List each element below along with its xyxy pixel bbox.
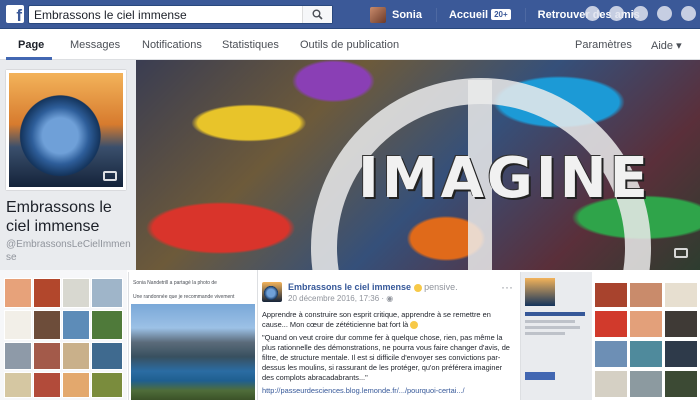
user-avatar[interactable]: [370, 6, 386, 23]
page-preview-thumbnail: [520, 272, 592, 400]
top-navigation-bar: f Sonia Accueil20+ Retrouver des amis: [0, 0, 700, 29]
photo-thumbnail[interactable]: [33, 342, 61, 370]
photo-thumbnail[interactable]: [62, 372, 90, 398]
camera-icon[interactable]: [674, 248, 688, 258]
cover-photo[interactable]: IMAGINE: [136, 60, 700, 270]
tab-notifications[interactable]: Notifications: [142, 39, 202, 51]
home-link[interactable]: Accueil 20+: [449, 9, 511, 21]
tab-page[interactable]: Page: [18, 39, 44, 51]
photo-thumbnail[interactable]: [629, 370, 663, 398]
account-menu-icon[interactable]: [681, 6, 696, 21]
photo-thumbnail[interactable]: [33, 372, 61, 398]
photo-thumbnail[interactable]: [62, 278, 90, 308]
featured-post: Embrassons le ciel immense pensive. 20 d…: [257, 270, 519, 400]
photo-thumbnail[interactable]: [664, 310, 698, 338]
camera-icon[interactable]: [103, 171, 117, 181]
globe-icon: ◉: [386, 294, 394, 303]
preview-line: [525, 320, 575, 323]
photo-grid: [592, 270, 700, 400]
top-icons: [585, 6, 696, 21]
divider: [435, 7, 437, 22]
photo-thumbnail[interactable]: [594, 370, 628, 398]
post-link[interactable]: http://passeurdesciences.blog.lemonde.fr…: [262, 386, 516, 396]
pensive-emoji-icon: [413, 283, 422, 292]
page-content-area: Sonia Nandetrill a partagé la photo de U…: [0, 270, 700, 400]
tab-messages[interactable]: Messages: [70, 39, 120, 51]
photo-thumbnail[interactable]: [4, 342, 32, 370]
photo-thumbnail[interactable]: [594, 340, 628, 368]
divider: [524, 7, 526, 22]
preview-line: [525, 332, 565, 335]
page-title[interactable]: Embrassons le ciel immense: [6, 198, 134, 236]
preview-line: [525, 326, 580, 329]
home-label: Accueil: [448, 8, 489, 21]
tab-publishing-tools[interactable]: Outils de publication: [300, 39, 399, 51]
facebook-logo-icon[interactable]: f: [6, 5, 24, 23]
smile-emoji-icon: [410, 321, 419, 330]
photo-thumbnail[interactable]: [629, 282, 663, 308]
page-username[interactable]: @EmbrassonsLeCielImmense: [6, 238, 134, 264]
photo-thumbnail[interactable]: [62, 342, 90, 370]
photo-thumbnail[interactable]: [4, 372, 32, 398]
photo-thumbnail[interactable]: [664, 370, 698, 398]
search-box: [28, 5, 333, 24]
photo-thumbnail[interactable]: [91, 278, 123, 308]
preview-image: [525, 278, 555, 306]
photo-thumbnail[interactable]: [629, 310, 663, 338]
photo-thumbnail[interactable]: [91, 310, 123, 340]
user-name-link[interactable]: Sonia: [392, 9, 422, 21]
post-date: 20 décembre 2016, 17:36 · ◉: [288, 294, 393, 303]
preview-line: [525, 312, 585, 316]
lake-mountain-photo[interactable]: [131, 304, 255, 400]
photo-thumbnail[interactable]: [594, 282, 628, 308]
post-header: Embrassons le ciel immense pensive.: [288, 282, 458, 292]
post-feeling: pensive.: [424, 282, 458, 292]
photo-thumbnail[interactable]: [664, 282, 698, 308]
photo-thumbnail[interactable]: [664, 340, 698, 368]
photos-thumbnail-panel: [0, 270, 127, 400]
help-label: Aide: [651, 40, 674, 52]
photo-thumbnail[interactable]: [33, 278, 61, 308]
search-button[interactable]: [302, 6, 332, 23]
profile-picture[interactable]: [6, 70, 126, 190]
post-timestamp[interactable]: 20 décembre 2016, 17:36 ·: [288, 294, 386, 303]
page-avatar[interactable]: [262, 282, 282, 302]
photo-thumbnail[interactable]: [594, 310, 628, 338]
page-tab-bar: Page Messages Notifications Statistiques…: [0, 29, 700, 60]
photo-thumbnail[interactable]: [62, 310, 90, 340]
home-badge: 20+: [491, 9, 511, 21]
shared-photo-post: Sonia Nandetrill a partagé la photo de U…: [128, 272, 256, 400]
post-caption: Une randonnée que je recommande vivement: [133, 294, 235, 300]
post-page-name[interactable]: Embrassons le ciel immense: [288, 282, 411, 292]
photo-thumbnail[interactable]: [4, 310, 32, 340]
photo-thumbnail[interactable]: [91, 372, 123, 398]
preview-button: [525, 372, 555, 380]
help-icon[interactable]: [657, 6, 672, 21]
post-paragraph: Apprendre à construire son esprit critiq…: [262, 310, 516, 330]
post-quote: "Quand on veut croire dur comme fer à qu…: [262, 333, 510, 382]
post-author-line: Sonia Nandetrill a partagé la photo de: [133, 280, 217, 286]
page-identity-column: Embrassons le ciel immense @EmbrassonsLe…: [0, 60, 136, 270]
search-icon: [312, 9, 323, 20]
post-body: Apprendre à construire son esprit critiq…: [262, 310, 516, 399]
cover-graffiti-text: IMAGINE: [358, 146, 651, 211]
photo-thumbnail[interactable]: [629, 340, 663, 368]
post-options-icon[interactable]: ···: [501, 280, 513, 294]
tab-settings[interactable]: Paramètres: [575, 39, 632, 51]
messenger-icon[interactable]: [609, 6, 624, 21]
photo-thumbnail[interactable]: [91, 342, 123, 370]
friend-requests-icon[interactable]: [585, 6, 600, 21]
photo-thumbnail[interactable]: [33, 310, 61, 340]
tab-statistics[interactable]: Statistiques: [222, 39, 279, 51]
tab-help[interactable]: Aide ▾: [651, 39, 682, 52]
search-input[interactable]: [29, 6, 309, 24]
post-paragraph-text: Apprendre à construire son esprit critiq…: [262, 310, 491, 329]
notifications-icon[interactable]: [633, 6, 648, 21]
chevron-down-icon: ▾: [676, 40, 682, 52]
photo-thumbnail[interactable]: [4, 278, 32, 308]
